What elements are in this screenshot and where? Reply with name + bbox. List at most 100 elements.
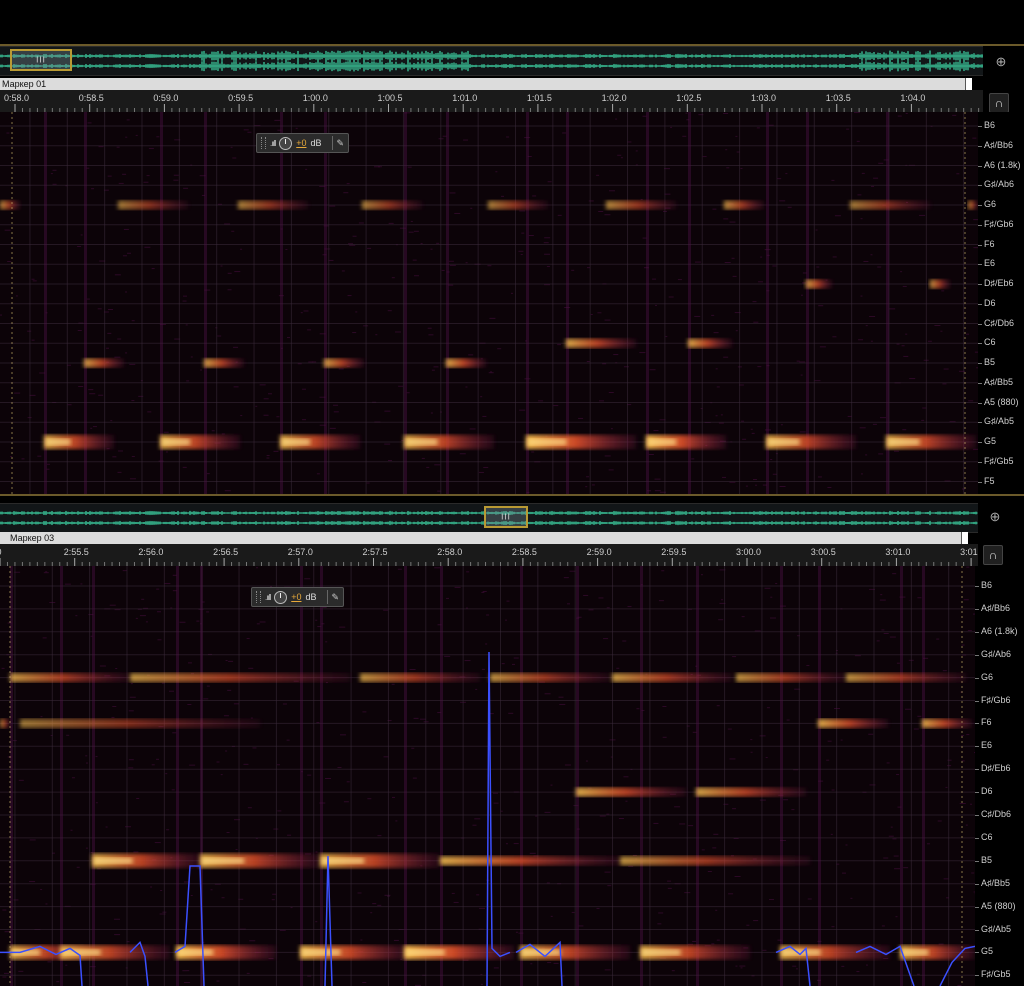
marker-row[interactable]: Маркер 03 (0, 532, 968, 544)
time-label: 1:01.0 (452, 93, 478, 103)
note-band (490, 673, 610, 683)
hud-grip-icon[interactable] (261, 137, 266, 149)
marker-label[interactable]: Маркер 01 (2, 79, 46, 89)
gain-knob-icon[interactable] (279, 136, 293, 150)
pitch-tick (978, 205, 982, 206)
note-band (850, 200, 930, 210)
time-ruler[interactable]: 5.0 2:55.5 2:56.0 2:56.5 2:57.0 2:57.5 2:58.0 2… (0, 544, 978, 567)
spectrogram[interactable] (0, 566, 975, 986)
pitch-label: A♯/Bb6 (984, 139, 1014, 150)
pitch-tick (975, 906, 979, 908)
pitch-label: F6 (981, 717, 992, 728)
pitch-label: G5 (984, 436, 997, 446)
note-band (612, 673, 732, 683)
time-label: 1:02.0 (601, 93, 627, 103)
pitch-tick (978, 323, 982, 325)
note-band (360, 673, 480, 683)
pitch-label: G5 (981, 946, 994, 957)
panel-divider (0, 494, 1024, 496)
time-label: 1:04.0 (900, 93, 926, 103)
note-band (0, 718, 10, 728)
snap-icon[interactable]: ∩ (983, 545, 1003, 565)
time-label: 2:57.5 (362, 547, 388, 557)
selection-grip-icon[interactable]: III (36, 56, 46, 65)
level-bars-icon: .ııll (270, 138, 276, 148)
pitch-tick (975, 769, 979, 771)
hud-separator (326, 590, 328, 604)
time-label: 5.0 (0, 547, 2, 557)
pitch-label: F♯/Gb6 (984, 218, 1014, 229)
time-label: 1:02.5 (676, 93, 702, 103)
time-label: 0:58.0 (4, 93, 30, 103)
note-band (846, 673, 966, 683)
pitch-label: A5 (880) (984, 396, 1019, 407)
hud-grip-icon[interactable] (256, 591, 261, 603)
time-label: 2:56.5 (213, 547, 239, 557)
time-ruler[interactable]: 0:58.0 0:58.5 0:59.0 0:59.5 1:00.0 1:00.5 1:01… (0, 90, 983, 113)
marker-label[interactable]: Маркер 03 (2, 533, 54, 543)
time-label: 1:00.5 (377, 93, 403, 103)
marker-end-handle[interactable] (961, 532, 968, 544)
pitch-tick (978, 264, 982, 266)
time-label: 0:59.0 (153, 93, 179, 103)
gain-hud[interactable]: .ııll +0 dB ✎ (251, 587, 345, 607)
pitch-label: F6 (984, 238, 995, 249)
gain-value[interactable]: +0 (296, 138, 306, 148)
pitch-label: G♯/Ab6 (984, 179, 1015, 190)
overview-waveform[interactable]: III (0, 46, 983, 76)
time-label: 0:59.5 (228, 93, 254, 103)
pitch-label: F5 (984, 475, 995, 486)
overview-selection[interactable]: III (10, 49, 72, 71)
pitch-label: C6 (984, 337, 996, 348)
time-label: 2:55.5 (63, 547, 89, 557)
gain-hud[interactable]: .ııll +0 dB ✎ (256, 133, 350, 153)
pitch-tick (975, 837, 979, 839)
pitch-tick (975, 677, 979, 679)
note-band (0, 200, 20, 210)
time-label: 1:03.0 (751, 93, 777, 103)
pitch-label: F♯/Gb5 (981, 969, 1011, 980)
note-band (620, 856, 810, 866)
note-band (20, 718, 260, 728)
pitch-label: D♯/Eb6 (981, 763, 1011, 774)
pitch-label: G♯/Ab5 (984, 416, 1015, 427)
gain-knob-icon[interactable] (274, 590, 288, 604)
marker-row[interactable]: Маркер 01 (0, 78, 972, 90)
hud-separator (331, 136, 333, 150)
empty-top-area (0, 0, 1024, 44)
pitch-label: D♯/Eb6 (984, 278, 1014, 288)
time-label: 1:03.5 (825, 93, 851, 103)
selection-grip-icon[interactable]: III (501, 513, 511, 522)
time-label: 3:00.5 (810, 547, 836, 557)
pitch-tick (975, 929, 979, 931)
time-label: 0:58.5 (78, 93, 104, 103)
pitch-tick (975, 860, 979, 862)
pitch-tick (978, 145, 982, 147)
pitch-label: A6 (1.8k) (981, 625, 1018, 636)
marker-end-handle[interactable] (965, 78, 972, 90)
time-label: 2:56.0 (138, 547, 164, 557)
gain-value[interactable]: +0 (291, 592, 301, 602)
note-band (696, 787, 806, 797)
pitch-tick (975, 700, 979, 702)
pitch-tick (978, 382, 982, 384)
pitch-label: C♯/Db6 (981, 809, 1012, 819)
pitch-label: B5 (981, 854, 993, 865)
pitch-tick (975, 586, 979, 587)
pitch-label: A6 (1.8k) (984, 159, 1021, 170)
pitch-tick (975, 952, 979, 954)
time-label: 1:01.5 (526, 93, 552, 103)
pin-icon[interactable]: ✎ (337, 138, 345, 149)
note-band (922, 718, 972, 728)
zoom-icon[interactable]: ⊕ (990, 51, 1012, 73)
pitch-tick (978, 284, 982, 285)
spectrogram[interactable] (0, 112, 978, 494)
overview-waveform[interactable]: III (0, 503, 978, 533)
zoom-icon[interactable]: ⊕ (984, 506, 1006, 528)
snap-icon[interactable]: ∩ (989, 93, 1009, 113)
pin-icon[interactable]: ✎ (332, 592, 340, 603)
note-band (576, 787, 686, 797)
overview-selection[interactable]: III (484, 506, 528, 528)
pitch-tick (978, 126, 982, 127)
note-band (806, 279, 832, 289)
